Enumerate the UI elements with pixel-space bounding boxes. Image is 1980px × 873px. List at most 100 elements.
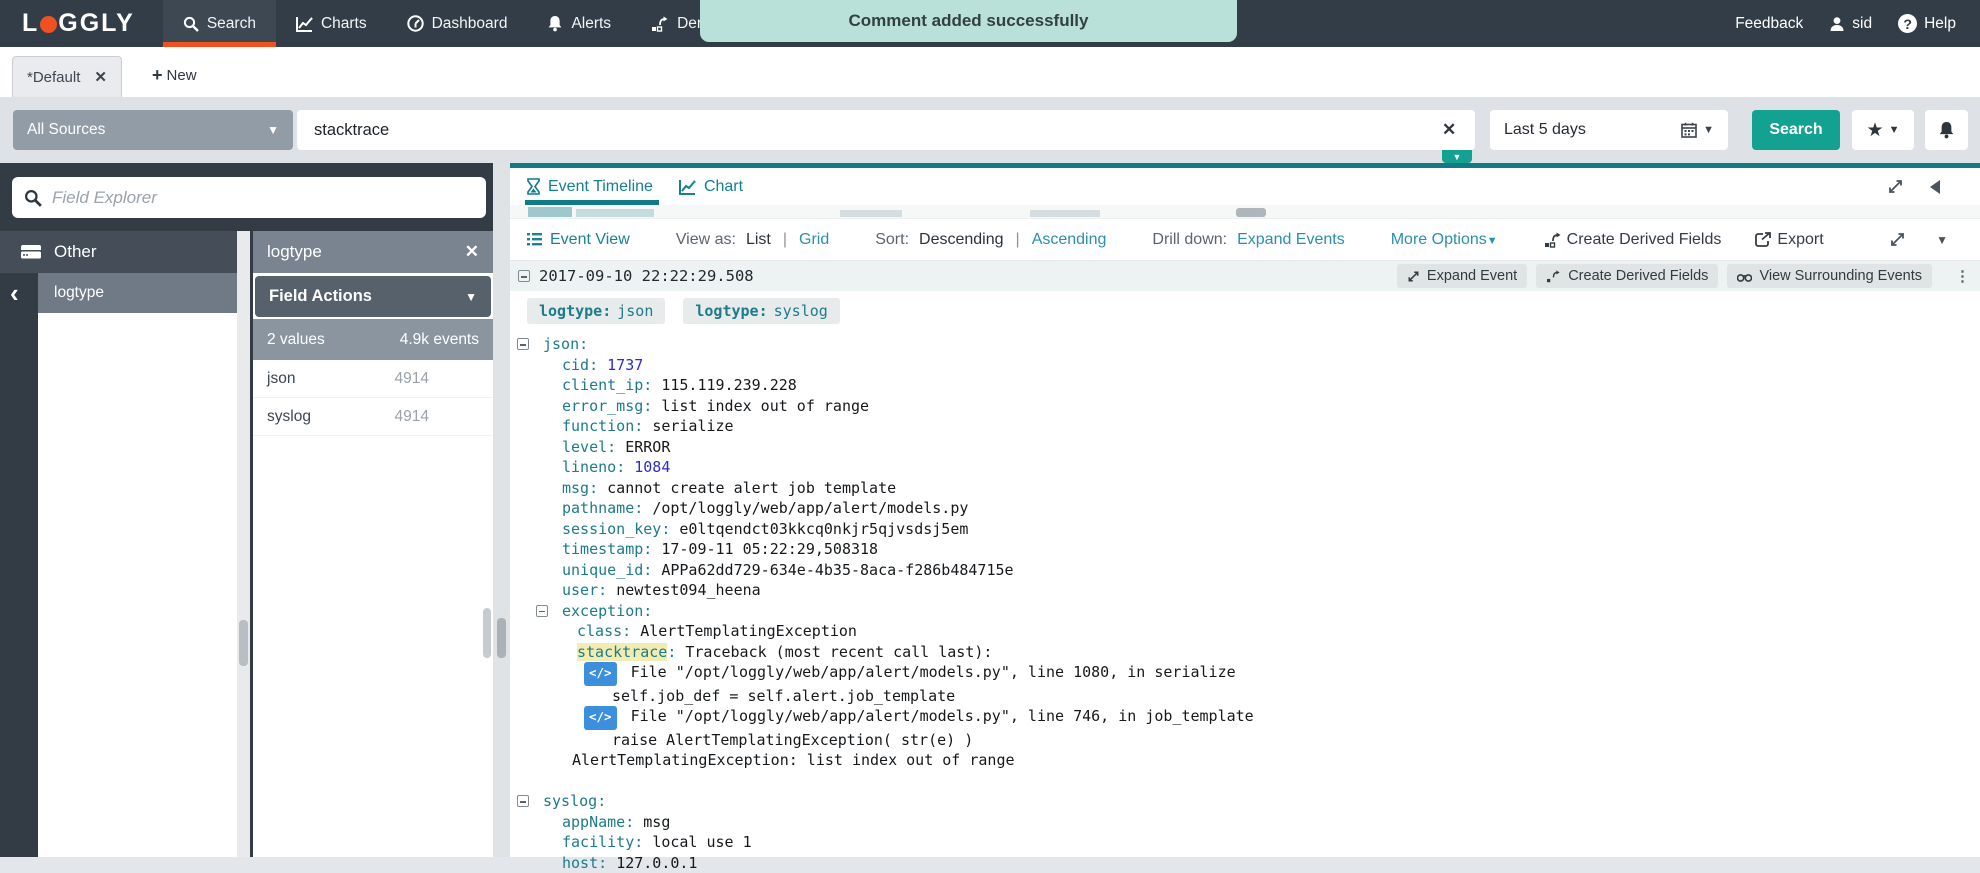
field-value-row-syslog[interactable]: syslog 4914 [253, 398, 493, 436]
log-colon: : [643, 397, 661, 415]
scrollbar-thumb[interactable] [483, 608, 491, 658]
derived-fields-icon [1544, 232, 1562, 248]
help-icon: ? [1898, 14, 1917, 33]
expand-events-link[interactable]: Expand Events [1237, 231, 1345, 249]
sort-descending[interactable]: Descending [919, 231, 1004, 249]
tab-chart[interactable]: Chart [679, 168, 743, 205]
tag-logtype-json[interactable]: logtype:json [527, 298, 665, 324]
expand-event-button[interactable]: Expand Event [1397, 264, 1527, 288]
event-tags: logtype:json logtype:syslog [510, 298, 1980, 324]
view-as-grid[interactable]: Grid [799, 231, 829, 249]
create-derived-fields-button[interactable]: Create Derived Fields [1544, 231, 1722, 249]
help-menu[interactable]: ? Help [1898, 14, 1956, 33]
event-view-label: Event View [550, 231, 630, 249]
log-colon: : [634, 417, 652, 435]
log-line: facility: local use 1 [510, 832, 1980, 853]
nav-label: Alerts [571, 15, 611, 33]
feedback-link[interactable]: Feedback [1735, 15, 1803, 33]
close-icon[interactable]: ✕ [465, 242, 479, 262]
field-group-other[interactable]: Other [0, 231, 237, 273]
chevron-down-icon[interactable]: ▼ [1936, 233, 1948, 247]
view-surrounding-label: View Surrounding Events [1759, 268, 1922, 284]
field-values-panel: logtype ✕ Field Actions ▼ 2 values 4.9k … [253, 231, 493, 857]
nav-item-alerts[interactable]: Alerts [527, 0, 631, 47]
log-value: AlertTemplatingException [640, 622, 857, 640]
search-button[interactable]: Search [1752, 110, 1840, 150]
code-icon[interactable]: </> [584, 706, 617, 730]
nav-item-dashboard[interactable]: Dashboard [387, 0, 528, 47]
collapse-event-icon[interactable] [518, 270, 530, 282]
list-icon [527, 233, 542, 246]
field-item-logtype[interactable]: logtype [38, 273, 237, 313]
expand-all-icon[interactable] [1889, 231, 1906, 248]
time-range-picker[interactable]: Last 5 days ▼ [1490, 110, 1728, 150]
collapse-toggle-icon[interactable] [536, 605, 548, 617]
panel-scrollbar[interactable] [483, 275, 491, 857]
log-colon: : [589, 356, 607, 374]
log-value: 127.0.0.1 [616, 854, 697, 872]
log-value: msg [643, 813, 670, 831]
histogram-scroll-thumb[interactable] [1236, 208, 1266, 217]
field-value-row-json[interactable]: json 4914 [253, 360, 493, 398]
field-explorer-input[interactable] [52, 188, 474, 208]
scrollbar-thumb[interactable] [497, 618, 506, 658]
histogram-bar [576, 209, 654, 217]
view-surrounding-events-button[interactable]: View Surrounding Events [1727, 264, 1932, 288]
search-icon [24, 189, 42, 207]
collapse-toggle-icon[interactable] [517, 795, 529, 807]
nav-item-charts[interactable]: Charts [276, 0, 387, 47]
scrollbar-thumb[interactable] [239, 620, 248, 666]
kebab-menu-icon[interactable]: ⋮ [1955, 267, 1970, 285]
event-header-row[interactable]: 2017-09-10 22:22:29.508 Expand Event Cre… [510, 261, 1980, 291]
tab-close-icon[interactable]: ✕ [94, 68, 107, 86]
clear-query-icon[interactable]: ✕ [1442, 120, 1456, 140]
log-line [510, 771, 1980, 792]
timeline-expand-tab[interactable]: ▼ [1442, 150, 1472, 163]
chevron-down-icon: ▼ [1453, 152, 1462, 162]
log-line: pathname: /opt/loggly/web/app/alert/mode… [510, 498, 1980, 519]
alert-bell-button[interactable] [1925, 110, 1968, 150]
more-options-dropdown[interactable]: More Options▼ [1391, 231, 1498, 249]
user-menu[interactable]: sid [1829, 15, 1872, 33]
saved-searches-button[interactable]: ★ ▼ [1852, 110, 1914, 150]
logo-text-left: L [22, 9, 39, 38]
log-value: local use 1 [652, 833, 751, 851]
view-as-list[interactable]: List [746, 231, 771, 249]
event-view-button[interactable]: Event View [527, 231, 630, 249]
sort-ascending[interactable]: Ascending [1032, 231, 1107, 249]
create-derived-fields-button[interactable]: Create Derived Fields [1536, 264, 1718, 288]
log-value: 1737 [607, 356, 643, 374]
log-value: ERROR [625, 438, 670, 456]
collapse-panel-icon[interactable] [1930, 180, 1940, 194]
loggly-logo[interactable]: LGGLY [0, 0, 163, 47]
tag-logtype-syslog[interactable]: logtype:syslog [683, 298, 839, 324]
main-scroll-gutter[interactable] [493, 163, 510, 857]
star-icon: ★ [1867, 119, 1884, 142]
expand-fullscreen-icon[interactable] [1887, 178, 1904, 195]
source-selector[interactable]: All Sources ▼ [13, 110, 293, 150]
histogram-bar [1030, 210, 1100, 217]
log-line: client_ip: 115.119.239.228 [510, 375, 1980, 396]
collapse-left-icon[interactable]: ‹ [10, 275, 38, 311]
log-value: Traceback (most recent call last): [685, 643, 992, 661]
new-tab-button[interactable]: + New [152, 65, 197, 86]
log-colon: : [622, 622, 640, 640]
log-line: exception: [510, 601, 1980, 622]
tab-default[interactable]: *Default ✕ [12, 56, 122, 97]
code-icon[interactable]: </> [584, 662, 617, 686]
field-list-scrollbar[interactable] [237, 231, 250, 857]
log-line: level: ERROR [510, 437, 1980, 458]
nav-item-search[interactable]: Search [163, 0, 276, 47]
log-key: msg [562, 479, 589, 497]
sidebar-collapse-strip: ‹ [0, 273, 38, 857]
tab-event-timeline[interactable]: Event Timeline [527, 168, 653, 205]
field-actions-dropdown[interactable]: Field Actions ▼ [255, 276, 491, 317]
export-button[interactable]: Export [1755, 231, 1823, 249]
search-query-input[interactable] [297, 110, 1475, 150]
calendar-icon [1681, 122, 1697, 138]
collapsed-timeline-histogram[interactable] [510, 205, 1980, 219]
collapse-toggle-icon[interactable] [517, 338, 529, 350]
field-explorer-search[interactable] [12, 177, 486, 218]
log-value: 17-09-11 05:22:29,508318 [661, 540, 878, 558]
log-value: cannot create alert job template [607, 479, 896, 497]
